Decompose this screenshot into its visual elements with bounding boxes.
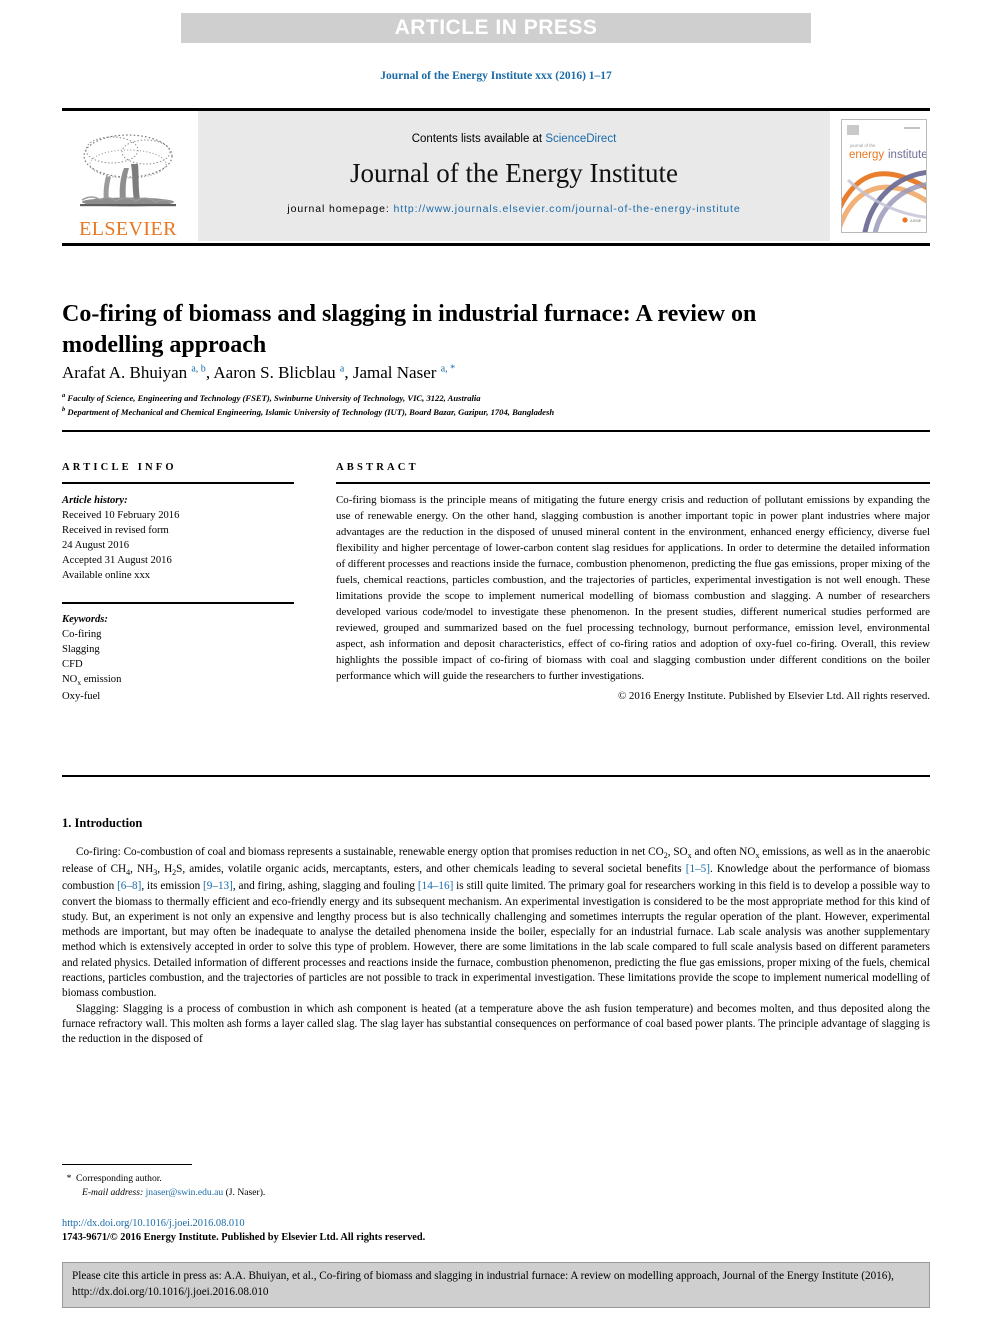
contents-available-line: Contents lists available at ScienceDirec… — [412, 133, 617, 145]
abstract-text: Co-firing biomass is the principle means… — [336, 494, 930, 682]
history-line: Available online xxx — [62, 570, 151, 582]
article-in-press-banner: ARTICLE IN PRESS — [181, 13, 811, 43]
journal-homepage-line: journal homepage: http://www.journals.el… — [287, 202, 740, 217]
email-label: E-mail address: — [82, 1187, 144, 1199]
abstract-rule — [336, 482, 930, 484]
keyword-item: Slagging — [62, 644, 100, 656]
homepage-label: journal homepage: — [287, 202, 394, 215]
issn-copyright-line: 1743-9671/© 2016 Energy Institute. Publi… — [62, 1232, 426, 1243]
keyword-item: CFD — [62, 659, 83, 671]
running-head: Journal of the Energy Institute xxx (201… — [380, 70, 612, 82]
introduction-heading: 1. Introduction — [62, 816, 143, 830]
history-line: Received in revised form — [62, 525, 169, 537]
affiliation-list: a Faculty of Science, Engineering and Te… — [62, 391, 862, 419]
chemical-subscript: 3 — [153, 868, 158, 878]
body-top-rule — [62, 775, 930, 777]
reference-link[interactable]: [9–13] — [203, 880, 233, 892]
elsevier-tree-icon — [80, 134, 176, 207]
cite-this-article-text: Please cite this article in press as: A.… — [72, 1270, 894, 1298]
keyword-item: Co-firing — [62, 629, 102, 641]
journal-cover-art: journal of the energy institute ASME — [841, 119, 927, 233]
affiliation-a: a Faculty of Science, Engineering and Te… — [62, 392, 481, 403]
article-history-block: Article history: Received 10 February 20… — [62, 493, 294, 583]
keyword-item: Oxy-fuel — [62, 691, 101, 703]
author-list: Arafat A. Bhuiyan a, b, Aaron S. Blicbla… — [62, 363, 456, 382]
abstract-copyright: © 2016 Energy Institute. Published by El… — [617, 689, 930, 702]
svg-text:energy: energy — [849, 149, 884, 161]
corresponding-author-label: Corresponding author. — [76, 1173, 162, 1184]
history-line: Received 10 February 2016 — [62, 510, 180, 522]
elsevier-wordmark: ELSEVIER — [79, 218, 177, 240]
keywords-label: Keywords: — [62, 614, 108, 626]
keywords-block: Keywords: Co-firing Slagging CFD NOx emi… — [62, 612, 294, 704]
affiliation-b: b Department of Mechanical and Chemical … — [62, 406, 555, 418]
svg-text:institute: institute — [888, 149, 926, 161]
footnote-block: * Corresponding author. E-mail address: j… — [62, 1172, 562, 1201]
article-in-press-label: ARTICLE IN PRESS — [394, 16, 598, 39]
abstract-column: ABSTRACT Co-firing biomass is the princi… — [336, 462, 930, 702]
keywords-rule — [62, 602, 294, 605]
introduction-paragraph-2: Slagging: Slagging is a process of combu… — [62, 1002, 930, 1046]
contents-prefix: Contents lists available at — [411, 132, 546, 145]
journal-cover-thumbnail: journal of the energy institute ASME — [838, 111, 930, 241]
history-line: Accepted 31 August 2016 — [62, 555, 172, 567]
article-info-column: ARTICLE INFO Article history: Received 1… — [62, 462, 294, 704]
email-person: (J. Naser). — [225, 1187, 266, 1199]
svg-text:journal of the: journal of the — [849, 143, 876, 148]
chemical-subscript: 4 — [126, 868, 131, 878]
reference-link[interactable]: [6–8] — [117, 880, 141, 892]
chemical-subscript: x — [687, 851, 692, 861]
sciencedirect-link[interactable]: ScienceDirect — [545, 133, 616, 145]
doi-link[interactable]: http://dx.doi.org/10.1016/j.joei.2016.08… — [62, 1218, 245, 1229]
footnote-rule — [62, 1164, 192, 1165]
affiliation-b-text: Department of Mechanical and Chemical En… — [67, 407, 555, 418]
nox-rest: emission — [81, 674, 122, 686]
reference-link[interactable]: [1–5] — [686, 863, 710, 875]
elsevier-logo: ELSEVIER — [62, 111, 194, 241]
chemical-subscript: 2 — [172, 868, 177, 878]
article-history-label: Article history: — [62, 495, 128, 506]
homepage-url-link[interactable]: http://www.journals.elsevier.com/journal… — [394, 203, 741, 215]
reference-link[interactable]: [14–16] — [418, 880, 453, 892]
title-top-rule — [62, 243, 930, 246]
chemical-subscript: x — [755, 851, 760, 861]
introduction-body: Co-firing: Co-combustion of coal and bio… — [62, 845, 930, 1047]
history-line: 24 August 2016 — [62, 540, 130, 552]
info-section-top-rule — [62, 430, 930, 432]
affiliation-a-text: Faculty of Science, Engineering and Tech… — [67, 392, 481, 403]
corresponding-author-line: * Corresponding author. — [62, 1172, 562, 1186]
page-title: Co-firing of biomass and slagging in ind… — [62, 301, 757, 359]
introduction-paragraph-1: Co-firing: Co-combustion of coal and bio… — [62, 846, 930, 1000]
masthead-center: Contents lists available at ScienceDirec… — [198, 111, 830, 241]
abstract-heading: ABSTRACT — [336, 462, 419, 473]
article-info-heading: ARTICLE INFO — [62, 462, 177, 473]
svg-text:ASME: ASME — [910, 218, 922, 223]
journal-title: Journal of the Energy Institute — [350, 157, 678, 188]
article-info-rule — [62, 482, 294, 484]
journal-cover-svg: journal of the energy institute ASME — [842, 120, 926, 232]
keyword-item-nox: NOx emission — [62, 672, 294, 689]
chemical-subscript: 2 — [663, 851, 668, 861]
email-link[interactable]: jnaser@swin.edu.au — [146, 1187, 224, 1198]
email-line: E-mail address: jnaser@swin.edu.au (J. N… — [62, 1186, 562, 1200]
journal-masthead: ELSEVIER Contents lists available at Sci… — [62, 108, 930, 241]
cite-this-article-box: Please cite this article in press as: A.… — [62, 1262, 930, 1308]
asterisk-icon: * — [66, 1173, 72, 1184]
nox-base: NO — [62, 674, 78, 686]
